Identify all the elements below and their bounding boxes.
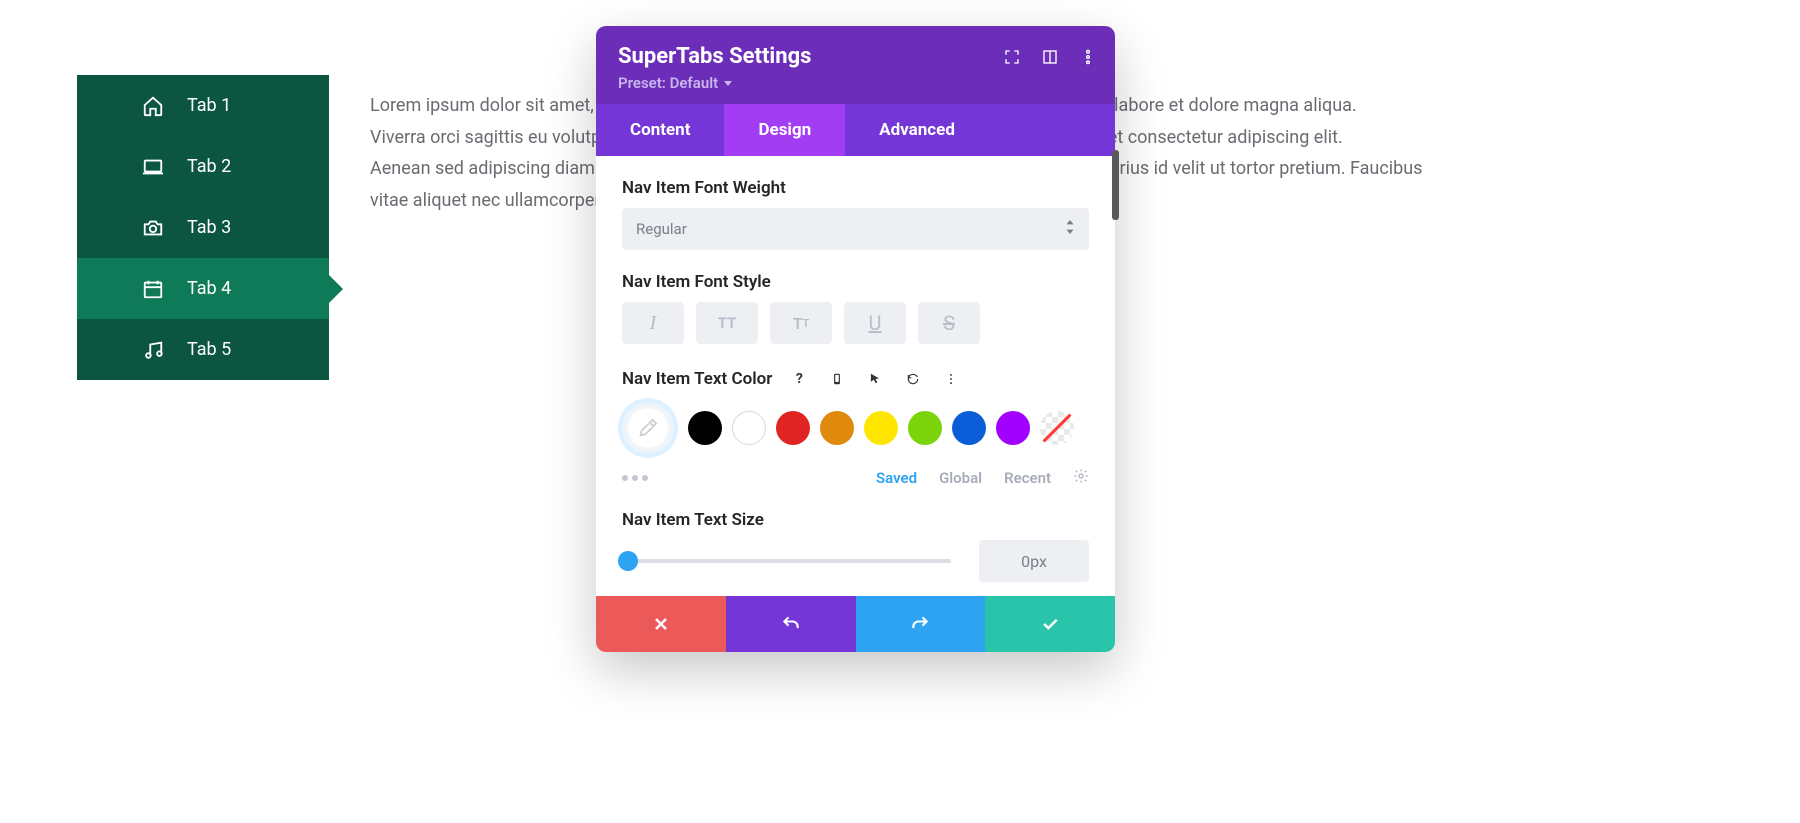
palette-drag-icon[interactable]	[622, 475, 648, 481]
sidebar-item-label: Tab 3	[187, 217, 231, 238]
sidebar-item-label: Tab 1	[187, 95, 231, 116]
font-weight-value: Regular	[636, 220, 687, 238]
swatch-blue[interactable]	[952, 411, 986, 445]
swatch-white[interactable]	[732, 411, 766, 445]
chevron-updown-icon	[1065, 220, 1075, 238]
palette-tab-recent[interactable]: Recent	[1004, 469, 1051, 487]
color-swatches	[622, 402, 1089, 454]
sidebar-item-label: Tab 2	[187, 156, 231, 177]
redo-button[interactable]	[856, 596, 986, 652]
font-style-label: Nav Item Font Style	[622, 272, 1089, 292]
modal-footer	[596, 596, 1115, 652]
sidebar-item-tab2[interactable]: Tab 2	[77, 136, 329, 197]
preset-label: Preset: Default	[618, 74, 718, 92]
swatch-black[interactable]	[688, 411, 722, 445]
more-vert-icon[interactable]	[938, 366, 964, 392]
preset-dropdown[interactable]: Preset: Default	[618, 74, 732, 92]
swatch-green[interactable]	[908, 411, 942, 445]
help-icon[interactable]: ?	[786, 366, 812, 392]
text-size-slider[interactable]	[622, 540, 951, 582]
cancel-button[interactable]	[596, 596, 726, 652]
swatch-orange[interactable]	[820, 411, 854, 445]
cursor-icon[interactable]	[862, 366, 888, 392]
tab-design[interactable]: Design	[724, 104, 845, 156]
modal-body: Nav Item Font Weight Regular Nav Item Fo…	[596, 156, 1115, 596]
swatch-none[interactable]	[1040, 411, 1074, 445]
modal-tabs: Content Design Advanced	[596, 104, 1115, 156]
undo-button[interactable]	[726, 596, 856, 652]
calendar-icon	[141, 277, 165, 301]
swatch-red[interactable]	[776, 411, 810, 445]
sidebar-item-tab5[interactable]: Tab 5	[77, 319, 329, 380]
font-weight-select[interactable]: Regular	[622, 208, 1089, 250]
laptop-icon	[141, 155, 165, 179]
sidebar-item-label: Tab 4	[187, 278, 231, 299]
palette-tabs: Saved Global Recent	[622, 468, 1089, 488]
tab-content[interactable]: Content	[596, 104, 724, 156]
slider-thumb[interactable]	[618, 551, 638, 571]
strikethrough-button[interactable]: S	[918, 302, 980, 344]
smallcaps-button[interactable]: TT	[770, 302, 832, 344]
expand-icon[interactable]	[1003, 48, 1021, 66]
palette-tab-saved[interactable]: Saved	[876, 469, 917, 487]
swatch-purple[interactable]	[996, 411, 1030, 445]
settings-modal: SuperTabs Settings Preset: Default Conte…	[596, 26, 1115, 652]
music-icon	[141, 338, 165, 362]
sidebar-item-label: Tab 5	[187, 339, 231, 360]
sidebar-item-tab1[interactable]: Tab 1	[77, 75, 329, 136]
sidebar-item-tab4[interactable]: Tab 4	[77, 258, 329, 319]
phone-icon[interactable]	[824, 366, 850, 392]
swatch-yellow[interactable]	[864, 411, 898, 445]
reset-icon[interactable]	[900, 366, 926, 392]
palette-tab-global[interactable]: Global	[939, 469, 982, 487]
uppercase-button[interactable]: TT	[696, 302, 758, 344]
underline-button[interactable]: U	[844, 302, 906, 344]
more-vert-icon[interactable]	[1079, 48, 1097, 66]
color-picker-icon[interactable]	[622, 402, 674, 454]
text-color-label-text: Nav Item Text Color	[622, 369, 772, 389]
columns-icon[interactable]	[1041, 48, 1059, 66]
text-color-label: Nav Item Text Color ?	[622, 366, 1089, 392]
tab-advanced[interactable]: Advanced	[845, 104, 989, 156]
gear-icon[interactable]	[1073, 468, 1089, 488]
scrollbar-thumb[interactable]	[1112, 150, 1119, 220]
text-size-value[interactable]: 0px	[979, 540, 1089, 582]
sidebar-item-tab3[interactable]: Tab 3	[77, 197, 329, 258]
text-size-label: Nav Item Text Size	[622, 510, 1089, 530]
italic-button[interactable]: I	[622, 302, 684, 344]
modal-header: SuperTabs Settings Preset: Default	[596, 26, 1115, 104]
camera-icon	[141, 216, 165, 240]
home-icon	[141, 94, 165, 118]
sidebar: Tab 1 Tab 2 Tab 3 Tab 4 Tab 5	[77, 75, 329, 380]
font-weight-label: Nav Item Font Weight	[622, 178, 1089, 198]
confirm-button[interactable]	[985, 596, 1115, 652]
